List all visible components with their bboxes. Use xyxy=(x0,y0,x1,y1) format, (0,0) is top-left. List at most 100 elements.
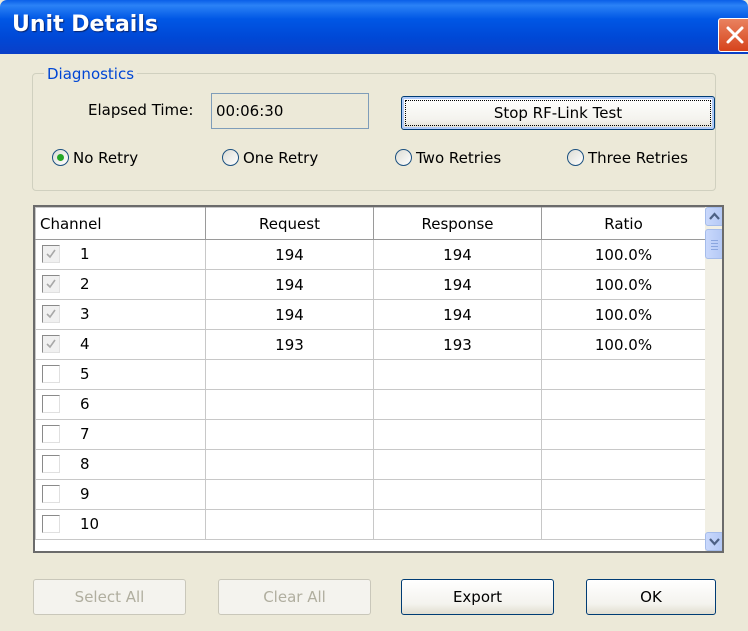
channel-checkbox[interactable] xyxy=(42,245,60,263)
table-row[interactable]: 1 194 194 100.0% xyxy=(35,239,706,270)
table-row[interactable]: 4 193 193 100.0% xyxy=(35,329,706,360)
response-cell xyxy=(373,389,542,420)
header-request[interactable]: Request xyxy=(205,207,374,240)
header-channel[interactable]: Channel xyxy=(35,207,206,240)
table-row[interactable]: 10 xyxy=(35,509,706,540)
elapsed-time-label: Elapsed Time: xyxy=(88,101,194,119)
radio-label: Three Retries xyxy=(588,149,688,167)
channel-number: 7 xyxy=(80,425,90,443)
channel-cell: 7 xyxy=(35,419,206,450)
response-cell: 193 xyxy=(373,329,542,360)
channel-cell: 4 xyxy=(35,329,206,360)
response-cell xyxy=(373,479,542,510)
request-cell xyxy=(205,509,374,540)
table-row[interactable]: 8 xyxy=(35,449,706,480)
radio-circle xyxy=(52,149,69,166)
vertical-scrollbar[interactable] xyxy=(705,207,722,551)
channel-grid[interactable]: Channel Request Response Ratio 1 194 194 10… xyxy=(33,205,724,553)
response-cell xyxy=(373,419,542,450)
table-row[interactable]: 5 xyxy=(35,359,706,390)
channel-cell: 3 xyxy=(35,299,206,330)
unit-details-window: Unit Details Diagnostics Elapsed Time: 0… xyxy=(0,0,748,631)
channel-checkbox[interactable] xyxy=(42,485,60,503)
channel-number: 6 xyxy=(80,395,90,413)
title-bar[interactable]: Unit Details xyxy=(0,0,748,54)
response-cell xyxy=(373,509,542,540)
request-cell: 194 xyxy=(205,239,374,270)
header-response[interactable]: Response xyxy=(373,207,542,240)
channel-checkbox[interactable] xyxy=(42,455,60,473)
channel-checkbox[interactable] xyxy=(42,275,60,293)
request-cell xyxy=(205,389,374,420)
channel-number: 1 xyxy=(80,245,90,263)
channel-checkbox[interactable] xyxy=(42,395,60,413)
channel-checkbox[interactable] xyxy=(42,335,60,353)
scroll-down-button[interactable] xyxy=(705,532,722,551)
channel-checkbox[interactable] xyxy=(42,425,60,443)
request-cell: 194 xyxy=(205,269,374,300)
channel-checkbox[interactable] xyxy=(42,365,60,383)
radio-circle xyxy=(567,149,584,166)
channel-number: 9 xyxy=(80,485,90,503)
diagnostics-group xyxy=(32,73,716,191)
channel-table: Channel Request Response Ratio 1 194 194 10… xyxy=(35,207,706,540)
chevron-up-icon xyxy=(709,212,720,220)
table-row[interactable]: 9 xyxy=(35,479,706,510)
ratio-cell xyxy=(541,479,706,510)
checkmark-icon xyxy=(46,249,56,259)
stop-rf-link-test-button[interactable]: Stop RF-Link Test xyxy=(401,96,715,130)
table-row[interactable]: 7 xyxy=(35,419,706,450)
request-cell: 194 xyxy=(205,299,374,330)
grip-line xyxy=(711,240,718,241)
response-cell xyxy=(373,449,542,480)
table-row[interactable]: 6 xyxy=(35,389,706,420)
ratio-cell xyxy=(541,509,706,540)
channel-checkbox[interactable] xyxy=(42,305,60,323)
ratio-cell: 100.0% xyxy=(541,239,706,270)
scroll-thumb[interactable] xyxy=(705,229,722,259)
table-row[interactable]: 2 194 194 100.0% xyxy=(35,269,706,300)
channel-cell: 6 xyxy=(35,389,206,420)
response-cell: 194 xyxy=(373,269,542,300)
ratio-cell: 100.0% xyxy=(541,269,706,300)
radio-circle xyxy=(395,149,412,166)
header-ratio[interactable]: Ratio xyxy=(541,207,706,240)
response-cell: 194 xyxy=(373,299,542,330)
request-cell: 193 xyxy=(205,329,374,360)
channel-cell: 10 xyxy=(35,509,206,540)
diagnostics-group-label: Diagnostics xyxy=(44,65,138,83)
ratio-cell: 100.0% xyxy=(541,329,706,360)
checkmark-icon xyxy=(46,279,56,289)
channel-checkbox[interactable] xyxy=(42,515,60,533)
ok-button[interactable]: OK xyxy=(586,579,716,615)
request-cell xyxy=(205,359,374,390)
grip-line xyxy=(711,249,718,250)
channel-number: 5 xyxy=(80,365,90,383)
radio-label: Two Retries xyxy=(416,149,502,167)
radio-selected-dot xyxy=(57,154,64,161)
channel-cell: 2 xyxy=(35,269,206,300)
clear-all-button[interactable]: Clear All xyxy=(218,579,371,615)
ratio-cell xyxy=(541,389,706,420)
grip-line xyxy=(711,243,718,244)
request-cell xyxy=(205,479,374,510)
request-cell xyxy=(205,449,374,480)
radio-label: No Retry xyxy=(73,149,139,167)
scroll-up-button[interactable] xyxy=(705,207,722,226)
close-button[interactable] xyxy=(718,18,748,52)
select-all-button[interactable]: Select All xyxy=(33,579,186,615)
channel-cell: 8 xyxy=(35,449,206,480)
request-cell xyxy=(205,419,374,450)
checkmark-icon xyxy=(46,339,56,349)
response-cell xyxy=(373,359,542,390)
channel-number: 10 xyxy=(80,515,100,533)
export-button[interactable]: Export xyxy=(401,579,554,615)
ratio-cell xyxy=(541,449,706,480)
table-row[interactable]: 3 194 194 100.0% xyxy=(35,299,706,330)
radio-circle xyxy=(222,149,239,166)
ratio-cell: 100.0% xyxy=(541,299,706,330)
grid-header-row: Channel Request Response Ratio xyxy=(35,207,706,240)
channel-cell: 5 xyxy=(35,359,206,390)
channel-number: 2 xyxy=(80,275,90,293)
checkmark-icon xyxy=(46,309,56,319)
